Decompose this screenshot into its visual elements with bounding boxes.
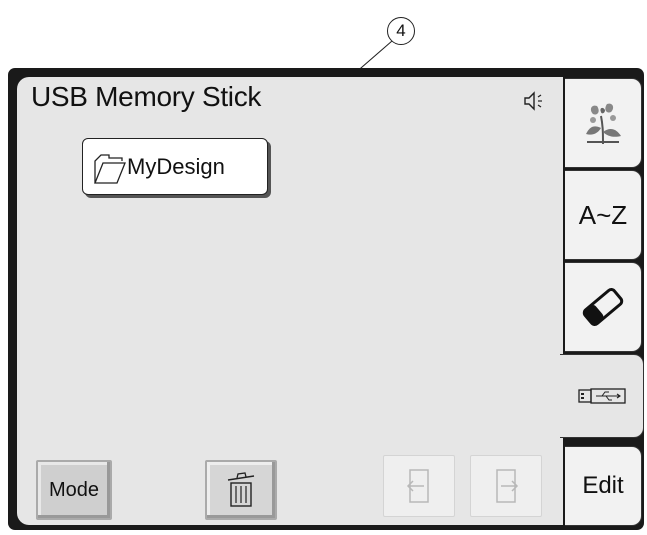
folder-icon	[94, 153, 126, 184]
tab-alphabet-label: A~Z	[578, 199, 628, 230]
page-next-icon	[496, 469, 519, 503]
page-title: USB Memory Stick	[31, 81, 262, 112]
tab-embroidery[interactable]	[565, 78, 642, 168]
tab-edit[interactable]: Edit	[565, 446, 642, 526]
speaker-icon[interactable]	[523, 90, 547, 112]
page-prev-button[interactable]	[383, 455, 455, 517]
tab-usb[interactable]	[560, 354, 644, 438]
page-prev-icon	[406, 469, 429, 503]
tab-eraser[interactable]	[565, 262, 642, 352]
delete-button[interactable]	[205, 460, 277, 520]
callout-number-text: 4	[396, 21, 406, 40]
callout-number: 4	[387, 17, 415, 45]
tab-edit-label: Edit	[582, 472, 624, 499]
usb-icon	[577, 388, 626, 404]
tab-alphabet[interactable]: A~Z	[565, 170, 642, 260]
mode-button-label: Mode	[48, 478, 100, 501]
page-next-button[interactable]	[470, 455, 542, 517]
folder-mydesign-button[interactable]: MyDesign	[82, 138, 268, 195]
eraser-icon	[582, 288, 624, 326]
embroidery-design-icon	[586, 103, 621, 145]
mode-button[interactable]: Mode	[36, 460, 112, 520]
trash-icon	[227, 472, 255, 507]
folder-label: MyDesign	[127, 153, 225, 179]
